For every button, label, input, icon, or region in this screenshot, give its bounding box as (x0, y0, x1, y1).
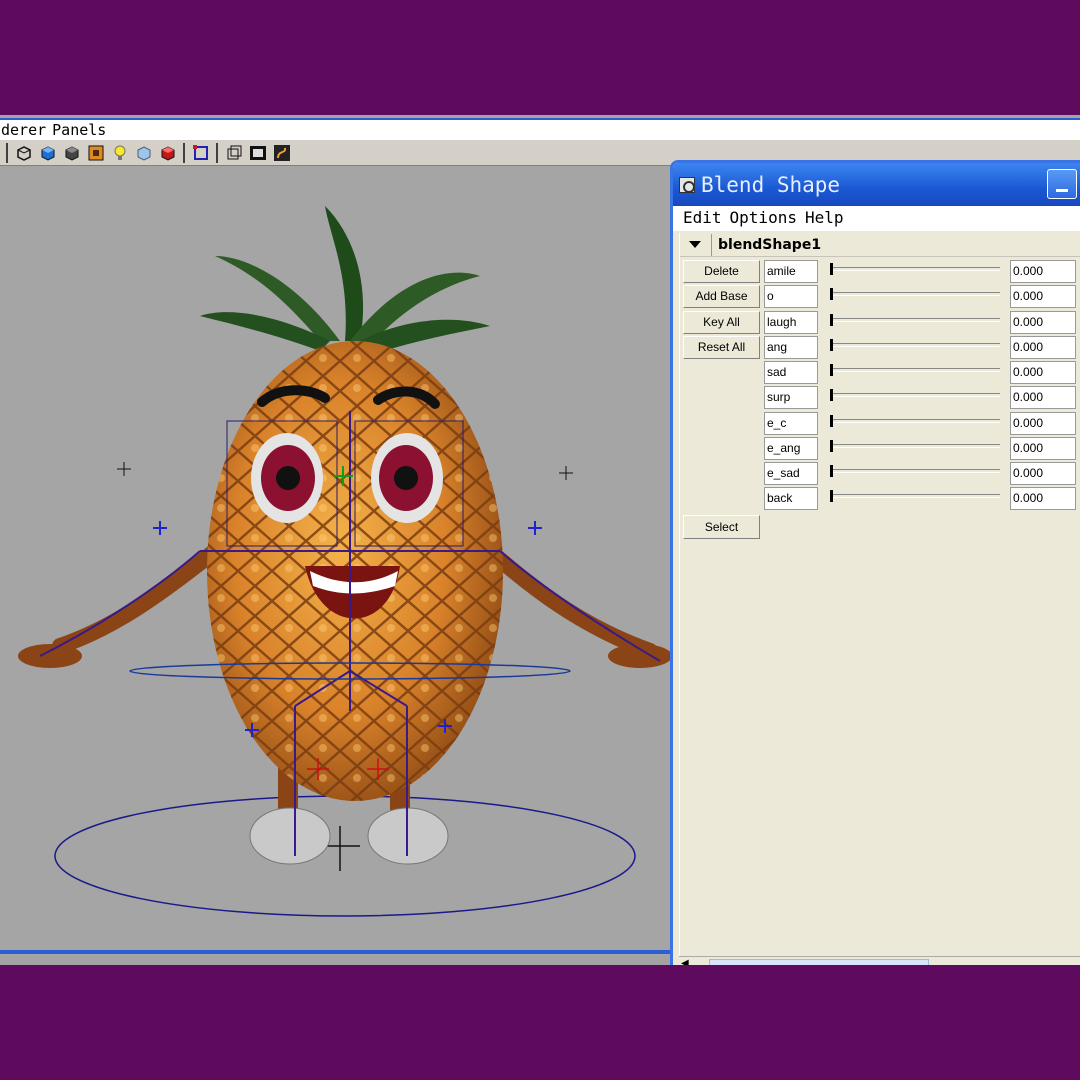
window-menu-bar: Edit Options Help (673, 206, 1080, 231)
weight-slider[interactable] (830, 462, 1000, 485)
cube-red-icon[interactable] (157, 142, 178, 163)
main-menu-bar: derer Panels (0, 118, 1080, 140)
menu-options[interactable]: Options (730, 208, 797, 227)
slider-track (830, 494, 1000, 498)
cube-blue-icon[interactable] (37, 142, 58, 163)
weight-slider[interactable] (830, 487, 1000, 510)
slider-track (830, 393, 1000, 397)
triangle-down-icon (688, 241, 701, 248)
slider-handle[interactable] (830, 263, 833, 275)
select-button[interactable]: Select (683, 515, 760, 539)
slider-handle[interactable] (830, 465, 833, 477)
cube-light-icon[interactable] (133, 142, 154, 163)
target-row: e_sad 0.000 (680, 462, 1080, 486)
slider-track (830, 444, 1000, 448)
menu-edit[interactable]: Edit (683, 208, 722, 227)
target-row: amile 0.000 (680, 260, 1080, 284)
horizontal-scrollbar[interactable]: ◀ (679, 956, 1080, 965)
target-row: sad 0.000 (680, 361, 1080, 385)
target-name-field[interactable]: surp (764, 386, 818, 409)
weight-value-field[interactable]: 0.000 (1010, 336, 1076, 359)
target-row: surp 0.000 (680, 386, 1080, 410)
menu-help[interactable]: Help (805, 208, 844, 227)
slider-track (830, 368, 1000, 372)
light-bulb-icon[interactable] (109, 142, 130, 163)
window-title: Blend Shape (701, 172, 841, 197)
weight-value-field[interactable]: 0.000 (1010, 462, 1076, 485)
perspective-viewport[interactable]: persp (0, 166, 670, 956)
target-name-field[interactable]: laugh (764, 311, 818, 334)
weight-slider[interactable] (830, 412, 1000, 435)
minimize-button[interactable] (1047, 169, 1077, 199)
target-row: ang 0.000 (680, 336, 1080, 360)
target-row: back 0.000 (680, 487, 1080, 511)
slider-handle[interactable] (830, 440, 833, 452)
slider-handle[interactable] (830, 490, 833, 502)
xray-icon[interactable] (271, 142, 292, 163)
weight-value-field[interactable]: 0.000 (1010, 260, 1076, 283)
toolbar-separator (216, 142, 218, 163)
menu-panels[interactable]: Panels (52, 121, 106, 139)
slider-track (830, 419, 1000, 423)
slider-handle[interactable] (830, 339, 833, 351)
target-name-field[interactable]: e_c (764, 412, 818, 435)
cube-wire-icon[interactable] (13, 142, 34, 163)
blend-shape-window: Blend Shape Edit Options Help blendShape1 … (670, 160, 1080, 965)
target-row: laugh 0.000 (680, 311, 1080, 335)
menu-renderer[interactable]: derer (1, 121, 46, 139)
target-row: e_c 0.000 (680, 412, 1080, 436)
node-header: blendShape1 (680, 233, 1080, 257)
target-row: o 0.000 (680, 285, 1080, 309)
slider-track (830, 343, 1000, 347)
slider-handle[interactable] (830, 364, 833, 376)
blend-shape-panel: blendShape1 Delete Add Base Key All Rese… (679, 233, 1080, 965)
weight-value-field[interactable]: 0.000 (1010, 311, 1076, 334)
slider-track (830, 292, 1000, 296)
weight-value-field[interactable]: 0.000 (1010, 487, 1076, 510)
weight-value-field[interactable]: 0.000 (1010, 285, 1076, 308)
scroll-thumb[interactable] (709, 959, 929, 965)
slider-handle[interactable] (830, 415, 833, 427)
slider-track (830, 267, 1000, 271)
toolbar-separator (183, 142, 185, 163)
node-name: blendShape1 (718, 236, 822, 253)
weight-slider[interactable] (830, 311, 1000, 334)
film-gate-icon[interactable] (247, 142, 268, 163)
weight-slider[interactable] (830, 437, 1000, 460)
slider-handle[interactable] (830, 314, 833, 326)
scroll-left-icon[interactable]: ◀ (681, 958, 695, 965)
window-titlebar[interactable]: Blend Shape (673, 163, 1080, 206)
target-name-field[interactable]: e_sad (764, 462, 818, 485)
weight-value-field[interactable]: 0.000 (1010, 437, 1076, 460)
cube-dark-icon[interactable] (61, 142, 82, 163)
target-name-field[interactable]: o (764, 285, 818, 308)
weight-slider[interactable] (830, 386, 1000, 409)
wireframe-cube-icon[interactable] (223, 142, 244, 163)
target-name-field[interactable]: amile (764, 260, 818, 283)
slider-handle[interactable] (830, 389, 833, 401)
target-name-field[interactable]: e_ang (764, 437, 818, 460)
weight-value-field[interactable]: 0.000 (1010, 361, 1076, 384)
maya-window: derer Panels Blend Shape Edit Options He… (0, 115, 1080, 965)
target-name-field[interactable]: sad (764, 361, 818, 384)
select-frame-icon[interactable] (190, 142, 211, 163)
slider-handle[interactable] (830, 288, 833, 300)
slider-track (830, 318, 1000, 322)
target-name-field[interactable]: ang (764, 336, 818, 359)
texture-icon[interactable] (85, 142, 106, 163)
target-row: e_ang 0.000 (680, 437, 1080, 461)
weight-slider[interactable] (830, 336, 1000, 359)
app-icon (679, 176, 695, 193)
weight-slider[interactable] (830, 361, 1000, 384)
toolbar-separator (6, 142, 8, 163)
weight-slider[interactable] (830, 260, 1000, 283)
target-name-field[interactable]: back (764, 487, 818, 510)
collapse-toggle[interactable] (688, 233, 712, 256)
pineapple-character-render (18, 206, 670, 917)
weight-value-field[interactable]: 0.000 (1010, 412, 1076, 435)
weight-slider[interactable] (830, 285, 1000, 308)
slider-track (830, 469, 1000, 473)
weight-value-field[interactable]: 0.000 (1010, 386, 1076, 409)
viewport-border (0, 950, 670, 954)
